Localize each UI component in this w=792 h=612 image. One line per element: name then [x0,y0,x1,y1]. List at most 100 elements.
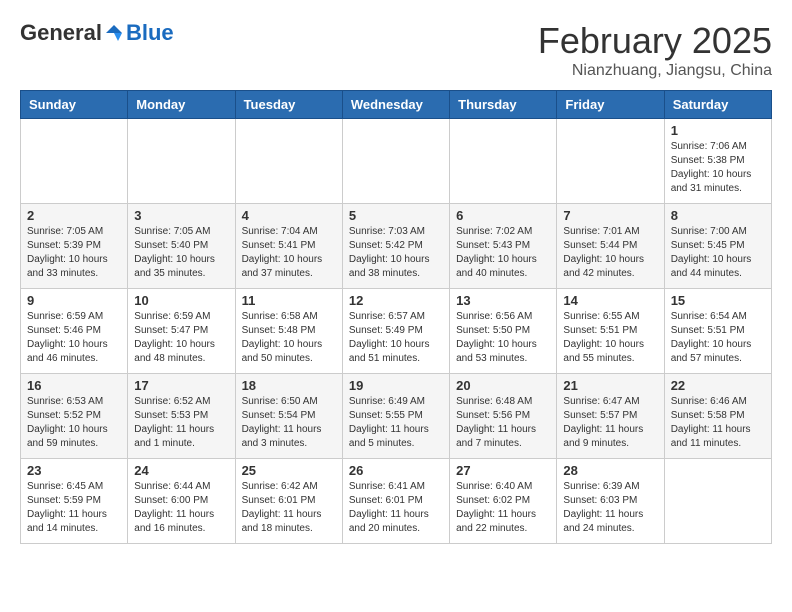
calendar-cell [450,119,557,204]
logo: General Blue [20,20,174,46]
day-info: Sunrise: 7:05 AM Sunset: 5:40 PM Dayligh… [134,225,228,281]
calendar-cell: 22 Sunrise: 6:46 AM Sunset: 5:58 PM Dayli… [664,374,771,459]
day-number: 15 [671,293,765,308]
day-info: Sunrise: 6:45 AM Sunset: 5:59 PM Dayligh… [27,480,121,536]
calendar-cell: 19 Sunrise: 6:49 AM Sunset: 5:55 PM Dayli… [342,374,449,459]
calendar-cell: 10 Sunrise: 6:59 AM Sunset: 5:47 PM Dayli… [128,289,235,374]
day-info: Sunrise: 7:03 AM Sunset: 5:42 PM Dayligh… [349,225,443,281]
weekday-header-tuesday: Tuesday [235,91,342,119]
calendar-cell: 28 Sunrise: 6:39 AM Sunset: 6:03 PM Dayli… [557,459,664,544]
day-number: 2 [27,208,121,223]
calendar-cell [342,119,449,204]
calendar-week-row: 1 Sunrise: 7:06 AM Sunset: 5:38 PM Daylig… [21,119,772,204]
day-info: Sunrise: 6:53 AM Sunset: 5:52 PM Dayligh… [27,395,121,451]
day-info: Sunrise: 6:58 AM Sunset: 5:48 PM Dayligh… [242,310,336,366]
day-number: 10 [134,293,228,308]
weekday-header-sunday: Sunday [21,91,128,119]
calendar-cell: 15 Sunrise: 6:54 AM Sunset: 5:51 PM Dayli… [664,289,771,374]
day-number: 12 [349,293,443,308]
calendar-cell [664,459,771,544]
calendar-cell: 14 Sunrise: 6:55 AM Sunset: 5:51 PM Dayli… [557,289,664,374]
calendar-cell: 2 Sunrise: 7:05 AM Sunset: 5:39 PM Daylig… [21,204,128,289]
day-info: Sunrise: 6:46 AM Sunset: 5:58 PM Dayligh… [671,395,765,451]
day-number: 5 [349,208,443,223]
calendar-cell: 27 Sunrise: 6:40 AM Sunset: 6:02 PM Dayli… [450,459,557,544]
calendar-cell: 23 Sunrise: 6:45 AM Sunset: 5:59 PM Dayli… [21,459,128,544]
day-info: Sunrise: 7:04 AM Sunset: 5:41 PM Dayligh… [242,225,336,281]
day-info: Sunrise: 6:52 AM Sunset: 5:53 PM Dayligh… [134,395,228,451]
calendar-cell: 12 Sunrise: 6:57 AM Sunset: 5:49 PM Dayli… [342,289,449,374]
day-info: Sunrise: 6:40 AM Sunset: 6:02 PM Dayligh… [456,480,550,536]
day-info: Sunrise: 6:49 AM Sunset: 5:55 PM Dayligh… [349,395,443,451]
day-number: 23 [27,463,121,478]
calendar-cell: 21 Sunrise: 6:47 AM Sunset: 5:57 PM Dayli… [557,374,664,459]
day-info: Sunrise: 6:56 AM Sunset: 5:50 PM Dayligh… [456,310,550,366]
calendar-week-row: 23 Sunrise: 6:45 AM Sunset: 5:59 PM Dayli… [21,459,772,544]
day-number: 6 [456,208,550,223]
day-number: 14 [563,293,657,308]
day-number: 27 [456,463,550,478]
day-info: Sunrise: 6:57 AM Sunset: 5:49 PM Dayligh… [349,310,443,366]
day-number: 3 [134,208,228,223]
calendar-cell: 25Sunrise: 6:42 AM Sunset: 6:01 PM Dayli… [235,459,342,544]
day-number: 4 [242,208,336,223]
day-number: 1 [671,123,765,138]
calendar-cell: 20Sunrise: 6:48 AM Sunset: 5:56 PM Dayli… [450,374,557,459]
calendar-table: SundayMondayTuesdayWednesdayThursdayFrid… [20,90,772,544]
calendar-cell [557,119,664,204]
weekday-header-wednesday: Wednesday [342,91,449,119]
calendar-cell: 8 Sunrise: 7:00 AM Sunset: 5:45 PM Daylig… [664,204,771,289]
title-block: February 2025 Nianzhuang, Jiangsu, China [538,20,772,80]
weekday-header-thursday: Thursday [450,91,557,119]
day-info: Sunrise: 7:05 AM Sunset: 5:39 PM Dayligh… [27,225,121,281]
logo-blue-text: Blue [126,20,174,46]
day-number: 19 [349,378,443,393]
day-info: Sunrise: 7:01 AM Sunset: 5:44 PM Dayligh… [563,225,657,281]
day-info: Sunrise: 7:06 AM Sunset: 5:38 PM Dayligh… [671,140,765,196]
day-number: 17 [134,378,228,393]
calendar-cell: 17 Sunrise: 6:52 AM Sunset: 5:53 PM Dayli… [128,374,235,459]
calendar-cell: 5 Sunrise: 7:03 AM Sunset: 5:42 PM Daylig… [342,204,449,289]
calendar-cell [235,119,342,204]
calendar-cell: 6 Sunrise: 7:02 AM Sunset: 5:43 PM Daylig… [450,204,557,289]
day-number: 13 [456,293,550,308]
calendar-week-row: 16 Sunrise: 6:53 AM Sunset: 5:52 PM Dayli… [21,374,772,459]
calendar-cell: 3 Sunrise: 7:05 AM Sunset: 5:40 PM Daylig… [128,204,235,289]
calendar-week-row: 9 Sunrise: 6:59 AM Sunset: 5:46 PM Daylig… [21,289,772,374]
day-info: Sunrise: 7:02 AM Sunset: 5:43 PM Dayligh… [456,225,550,281]
weekday-header-monday: Monday [128,91,235,119]
day-info: Sunrise: 6:41 AM Sunset: 6:01 PM Dayligh… [349,480,443,536]
day-info: Sunrise: 6:39 AM Sunset: 6:03 PM Dayligh… [563,480,657,536]
day-info: Sunrise: 6:44 AM Sunset: 6:00 PM Dayligh… [134,480,228,536]
calendar-cell [128,119,235,204]
calendar-week-row: 2 Sunrise: 7:05 AM Sunset: 5:39 PM Daylig… [21,204,772,289]
weekday-header-saturday: Saturday [664,91,771,119]
calendar-cell: 9 Sunrise: 6:59 AM Sunset: 5:46 PM Daylig… [21,289,128,374]
page-header: General Blue February 2025 Nianzhuang, J… [20,20,772,80]
calendar-cell: 11 Sunrise: 6:58 AM Sunset: 5:48 PM Dayli… [235,289,342,374]
calendar-cell: 26Sunrise: 6:41 AM Sunset: 6:01 PM Dayli… [342,459,449,544]
day-number: 22 [671,378,765,393]
calendar-cell: 16 Sunrise: 6:53 AM Sunset: 5:52 PM Dayli… [21,374,128,459]
calendar-cell [21,119,128,204]
day-number: 16 [27,378,121,393]
day-info: Sunrise: 6:47 AM Sunset: 5:57 PM Dayligh… [563,395,657,451]
day-number: 11 [242,293,336,308]
logo-general-text: General [20,20,102,46]
calendar-cell: 7Sunrise: 7:01 AM Sunset: 5:44 PM Daylig… [557,204,664,289]
day-info: Sunrise: 6:59 AM Sunset: 5:46 PM Dayligh… [27,310,121,366]
day-number: 20 [456,378,550,393]
calendar-cell: 24Sunrise: 6:44 AM Sunset: 6:00 PM Dayli… [128,459,235,544]
logo-icon [104,23,124,43]
day-number: 18 [242,378,336,393]
day-number: 9 [27,293,121,308]
day-info: Sunrise: 6:54 AM Sunset: 5:51 PM Dayligh… [671,310,765,366]
day-number: 28 [563,463,657,478]
location-subtitle: Nianzhuang, Jiangsu, China [538,62,772,80]
day-info: Sunrise: 6:55 AM Sunset: 5:51 PM Dayligh… [563,310,657,366]
day-info: Sunrise: 7:00 AM Sunset: 5:45 PM Dayligh… [671,225,765,281]
day-info: Sunrise: 6:59 AM Sunset: 5:47 PM Dayligh… [134,310,228,366]
day-number: 8 [671,208,765,223]
day-number: 21 [563,378,657,393]
day-info: Sunrise: 6:42 AM Sunset: 6:01 PM Dayligh… [242,480,336,536]
